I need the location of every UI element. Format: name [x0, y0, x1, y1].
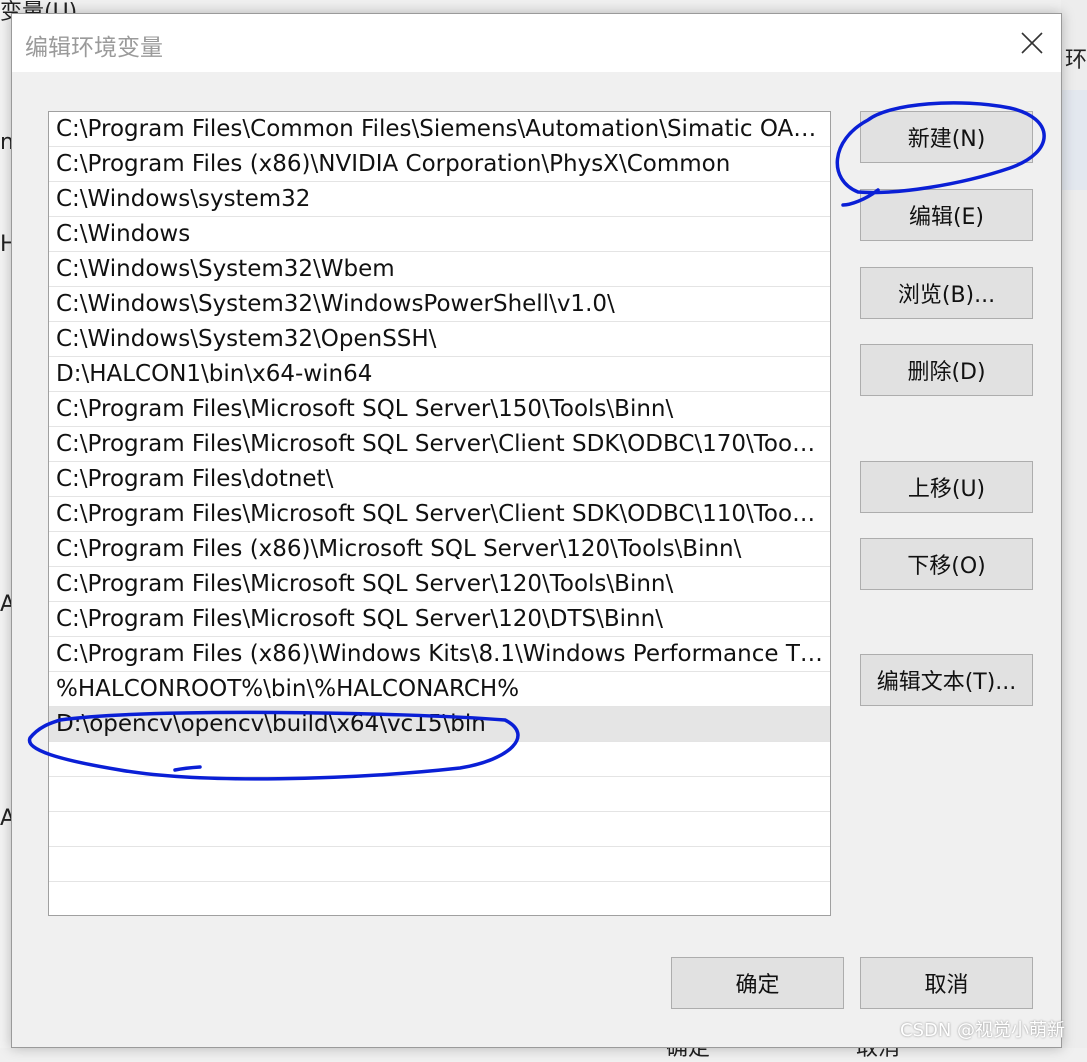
close-button[interactable] — [1003, 14, 1061, 72]
browse-button[interactable]: 浏览(B)... — [860, 267, 1033, 319]
path-list-item[interactable] — [49, 882, 830, 915]
path-list-item[interactable]: C:\Program Files (x86)\Microsoft SQL Ser… — [49, 532, 830, 567]
cancel-button[interactable]: 取消 — [860, 957, 1033, 1009]
move-up-button[interactable]: 上移(U) — [860, 461, 1033, 513]
path-list-item[interactable] — [49, 847, 830, 882]
path-list-item[interactable]: C:\Windows\system32 — [49, 182, 830, 217]
edit-button[interactable]: 编辑(E) — [860, 189, 1033, 241]
edit-text-button[interactable]: 编辑文本(T)... — [860, 654, 1033, 706]
new-button[interactable]: 新建(N) — [860, 111, 1033, 163]
move-down-button[interactable]: 下移(O) — [860, 538, 1033, 590]
path-list-item[interactable]: C:\Program Files\Microsoft SQL Server\15… — [49, 392, 830, 427]
path-list-item[interactable]: %HALCONROOT%\bin\%HALCONARCH% — [49, 672, 830, 707]
path-list-item[interactable] — [49, 777, 830, 812]
path-list-item[interactable]: C:\Windows — [49, 217, 830, 252]
path-list-item[interactable]: C:\Program Files\Microsoft SQL Server\Cl… — [49, 427, 830, 462]
watermark: CSDN @视觉小萌新 — [900, 1020, 1066, 1041]
dialog-title: 编辑环境变量 — [25, 35, 163, 61]
close-icon — [1021, 32, 1043, 54]
path-list-item[interactable]: C:\Program Files\dotnet\ — [49, 462, 830, 497]
background-fragment: 环 — [1064, 48, 1087, 73]
background-selection — [1061, 90, 1087, 190]
path-list-item[interactable]: C:\Program Files\Microsoft SQL Server\12… — [49, 602, 830, 637]
path-list-item[interactable]: C:\Program Files (x86)\NVIDIA Corporatio… — [49, 147, 830, 182]
path-list-item[interactable] — [49, 812, 830, 847]
path-list-item[interactable]: D:\opencv\opencv\build\x64\vc15\bin — [49, 707, 830, 742]
delete-button[interactable]: 删除(D) — [860, 344, 1033, 396]
title-bar: 编辑环境变量 — [12, 14, 1061, 72]
edit-environment-variable-dialog: 编辑环境变量 C:\Program Files\Common Files\Sie… — [11, 13, 1062, 1048]
path-list-item[interactable] — [49, 742, 830, 777]
path-list-item[interactable]: C:\Windows\System32\WindowsPowerShell\v1… — [49, 287, 830, 322]
path-list-item[interactable]: C:\Program Files\Common Files\Siemens\Au… — [49, 112, 830, 147]
path-list-item[interactable]: C:\Program Files\Microsoft SQL Server\Cl… — [49, 497, 830, 532]
path-list-item[interactable]: C:\Program Files\Microsoft SQL Server\12… — [49, 567, 830, 602]
path-list-item[interactable]: C:\Program Files (x86)\Windows Kits\8.1\… — [49, 637, 830, 672]
path-list-item[interactable]: C:\Windows\System32\OpenSSH\ — [49, 322, 830, 357]
path-list[interactable]: C:\Program Files\Common Files\Siemens\Au… — [48, 111, 831, 916]
ok-button[interactable]: 确定 — [671, 957, 844, 1009]
path-list-item[interactable]: C:\Windows\System32\Wbem — [49, 252, 830, 287]
path-list-item[interactable]: D:\HALCON1\bin\x64-win64 — [49, 357, 830, 392]
